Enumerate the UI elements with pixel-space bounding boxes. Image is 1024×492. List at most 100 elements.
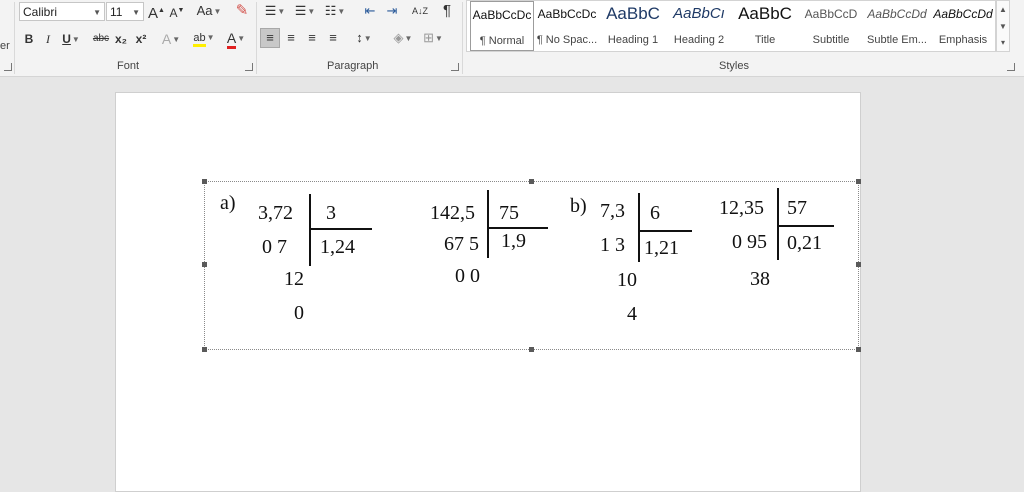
justify-icon[interactable]: ≡ [323,28,343,48]
style-name: ¶ No Spac... [536,34,598,46]
division-1-dividend: 3,72 [258,202,293,224]
font-size-combo[interactable]: 11 ▼ [106,2,144,21]
division-bar [487,190,489,258]
style-subtitle[interactable]: AaBbCcD Subtitle [799,1,863,51]
font-name-combo[interactable]: Calibri ▼ [19,2,105,21]
style-heading-2[interactable]: AaBbCı Heading 2 [667,1,731,51]
subscript-button[interactable]: x₂ [113,29,129,49]
style-title[interactable]: AaBbC Title [733,1,797,51]
resize-handle[interactable] [529,179,534,184]
chevron-up-icon[interactable]: ▲ [997,1,1009,18]
borders-icon[interactable]: ⊞▼ [420,28,446,48]
division-2-quotient: 1,9 [501,230,526,252]
decrease-indent-icon[interactable]: ⇤ [361,1,379,21]
resize-handle[interactable] [856,262,861,267]
style-name: Title [754,34,776,46]
division-bar [639,230,692,232]
highlight-button[interactable]: ab▼ [190,28,218,48]
font-color-button[interactable]: A▼ [222,28,250,49]
division-2-dividend: 142,5 [430,202,475,224]
font-size-value: 11 [110,5,123,19]
superscript-button[interactable]: x² [133,29,149,49]
shrink-font-label: A [169,6,178,20]
chevron-down-icon[interactable]: ▼ [997,18,1009,35]
style-emphasis[interactable]: AaBbCcDd Emphasis [931,1,995,51]
ribbon: er Calibri ▼ 11 ▼ A▲ A▼ Aa▼ ✎ B I U▼ abc x… [0,0,1024,77]
division-4-remainder: 38 [750,268,770,290]
highlight-label: ab [193,32,206,47]
clipboard-launcher-icon[interactable] [4,63,12,71]
font-color-label: A [226,30,237,49]
multilevel-list-icon[interactable]: ☷▼ [322,1,348,21]
style-sample: AaBbCcDd [933,7,993,21]
division-1-remainder: 0 7 [262,236,287,258]
styles-launcher-icon[interactable] [1007,63,1015,71]
group-separator [14,2,15,74]
style-sample: AaBbCcDc [472,8,532,22]
styles-scroll[interactable]: ▲ ▼ ▾ [996,0,1010,52]
resize-handle[interactable] [202,262,207,267]
style-subtle-emphasis[interactable]: AaBbCcDd Subtle Em... [865,1,929,51]
clipboard-group-fragment: er [0,40,10,52]
sort-icon[interactable]: A↓Z [410,1,430,21]
group-separator [256,2,257,74]
paragraph-group-label: Paragraph [327,60,379,72]
style-sample: AaBbC [606,4,660,23]
align-center-icon[interactable]: ≡ [281,28,301,48]
show-formatting-icon[interactable]: ¶ [438,1,456,21]
division-2-remainder: 0 0 [455,265,480,287]
more-styles-icon[interactable]: ▾ [997,35,1009,51]
shading-icon[interactable]: ◈▼ [390,28,416,48]
chevron-down-icon[interactable]: ▼ [132,3,140,22]
style-sample: AaBbC [738,4,792,23]
style-heading-1[interactable]: AaBbC Heading 1 [601,1,665,51]
line-spacing-icon[interactable]: ↕▼ [350,28,378,48]
division-3-quotient: 1,21 [644,237,679,259]
division-4-quotient: 0,21 [787,232,822,254]
bold-button[interactable]: B [21,29,37,49]
style-name: Heading 2 [673,34,725,46]
division-bar [638,193,640,262]
style-name: ¶ Normal [479,35,525,47]
resize-handle[interactable] [202,179,207,184]
styles-gallery: AaBbCcDc ¶ Normal AaBbCcDc ¶ No Spac... … [466,0,996,52]
grow-font-label: A [148,5,159,22]
style-name: Heading 1 [607,34,659,46]
change-case-button[interactable]: Aa▼ [194,1,224,21]
align-right-icon[interactable]: ≡ [302,28,322,48]
resize-handle[interactable] [856,347,861,352]
style-normal[interactable]: AaBbCcDc ¶ Normal [470,1,534,51]
division-3-dividend: 7,3 [600,200,625,222]
bullets-icon[interactable]: ☰▼ [262,1,288,21]
part-b-label: b) [570,195,587,217]
text-effects-button[interactable]: A▼ [160,29,182,49]
resize-handle[interactable] [202,347,207,352]
strikethrough-button[interactable]: abc [91,29,111,49]
clear-formatting-icon[interactable]: ✎ [233,1,251,21]
paragraph-launcher-icon[interactable] [451,63,459,71]
chevron-down-icon[interactable]: ▼ [93,3,101,22]
division-3-remainder: 10 [617,269,637,291]
part-a-label: a) [220,192,236,214]
division-bar [777,188,779,260]
resize-handle[interactable] [529,347,534,352]
division-2-remainder: 67 5 [444,233,479,255]
numbering-icon[interactable]: ☰▼ [292,1,318,21]
style-no-spacing[interactable]: AaBbCcDc ¶ No Spac... [535,1,599,51]
style-sample: AaBbCı [673,5,725,22]
division-1-remainder: 12 [284,268,304,290]
italic-button[interactable]: I [40,29,56,49]
shrink-font-button[interactable]: A▼ [169,1,185,21]
font-launcher-icon[interactable] [245,63,253,71]
division-1-divisor: 3 [326,202,336,224]
division-3-remainder: 4 [627,303,637,325]
increase-indent-icon[interactable]: ⇥ [383,1,401,21]
grow-font-button[interactable]: A▲ [148,1,165,22]
underline-button[interactable]: U▼ [60,29,82,49]
resize-handle[interactable] [856,179,861,184]
font-name-value: Calibri [23,5,58,19]
align-left-icon[interactable]: ≡ [260,28,280,48]
change-case-label: Aa [196,3,213,18]
division-1-remainder: 0 [294,302,304,324]
division-bar [310,228,372,230]
